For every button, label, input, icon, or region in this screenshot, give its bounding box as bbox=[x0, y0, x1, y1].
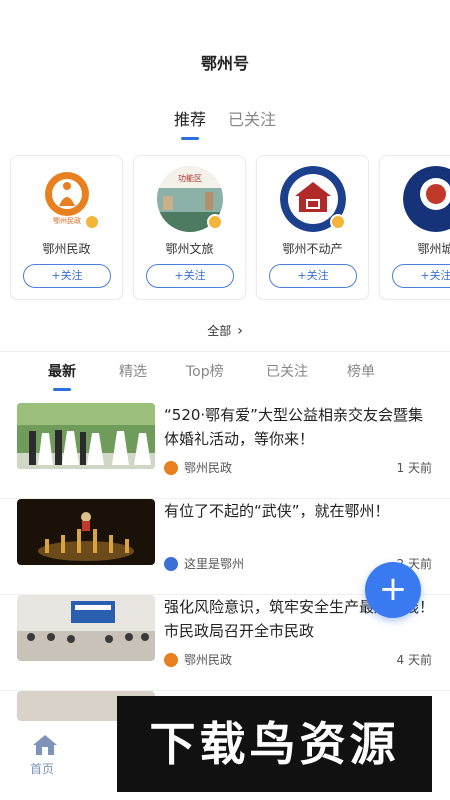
follow-button[interactable]: +关注 bbox=[23, 264, 111, 288]
verified-badge-icon bbox=[83, 214, 100, 230]
news-item[interactable]: “520·鄂有爱”大型公益相亲交友会暨集体婚礼活动，等你来！ 鄂州民政 1 天前 bbox=[0, 403, 450, 499]
tab-top[interactable]: Top榜 bbox=[186, 361, 224, 391]
page-title: 鄂州号 bbox=[200, 54, 249, 73]
account-name: 鄂州民政 bbox=[42, 242, 91, 256]
home-icon bbox=[33, 735, 57, 755]
account-card[interactable]: 功能区 鄂州文旅 +关注 bbox=[133, 155, 246, 300]
home-label: 首页 bbox=[30, 762, 55, 776]
news-source-name: 鄂州民政 bbox=[184, 461, 233, 475]
tab-followed[interactable]: 已关注 bbox=[228, 106, 276, 140]
account-card[interactable]: 鄂州城 +关注 bbox=[379, 155, 450, 300]
account-carousel[interactable]: 鄂州民政 鄂州民政 +关注 功能区 鄂州文旅 +关注 鄂州不动产 +关注 鄂州城… bbox=[10, 155, 450, 300]
news-thumbnail bbox=[17, 499, 155, 565]
follow-button[interactable]: +关注 bbox=[269, 264, 357, 288]
top-tabs: 推荐 已关注 bbox=[0, 106, 450, 140]
news-source: 鄂州民政 bbox=[164, 651, 232, 668]
news-time: 1 天前 bbox=[396, 461, 432, 475]
follow-button[interactable]: +关注 bbox=[146, 264, 234, 288]
follow-button[interactable]: +关注 bbox=[392, 264, 450, 288]
tab-ranking[interactable]: 榜单 bbox=[347, 361, 375, 391]
divider bbox=[0, 351, 450, 352]
news-source-name: 鄂州民政 bbox=[184, 653, 233, 667]
news-time: 4 天前 bbox=[396, 653, 432, 667]
svg-text:功能区: 功能区 bbox=[178, 173, 202, 183]
news-title: “520·鄂有爱”大型公益相亲交友会暨集体婚礼活动，等你来！ bbox=[164, 406, 423, 448]
tab-recommend[interactable]: 推荐 bbox=[174, 106, 206, 140]
news-title: 有位了不起的“武侠”，就在鄂州！ bbox=[164, 502, 390, 520]
tab-latest[interactable]: 最新 bbox=[48, 361, 76, 391]
svg-text:鄂州民政: 鄂州民政 bbox=[53, 216, 81, 225]
verified-badge-icon bbox=[329, 214, 346, 230]
bottom-nav-home[interactable]: 首页 bbox=[0, 722, 120, 800]
chevron-right-icon: › bbox=[237, 323, 243, 339]
news-thumbnail bbox=[17, 595, 155, 661]
view-all-label: 全部 bbox=[207, 324, 232, 338]
verified-badge-icon bbox=[206, 214, 223, 230]
source-avatar-icon bbox=[164, 652, 178, 667]
news-source: 鄂州民政 bbox=[164, 459, 232, 476]
news-thumbnail bbox=[17, 403, 155, 469]
tab-featured[interactable]: 精选 bbox=[119, 361, 147, 391]
city-logo bbox=[402, 166, 450, 232]
account-card[interactable]: 鄂州民政 鄂州民政 +关注 bbox=[10, 155, 123, 300]
view-all-link[interactable]: 全部 › bbox=[0, 322, 450, 339]
news-source: 这里是鄂州 bbox=[164, 555, 244, 572]
account-name: 鄂州文旅 bbox=[165, 242, 214, 256]
tab-followed-sub[interactable]: 已关注 bbox=[266, 361, 308, 391]
source-avatar-icon bbox=[164, 556, 178, 571]
source-avatar-icon bbox=[164, 460, 178, 475]
account-name: 鄂州不动产 bbox=[282, 242, 343, 256]
add-button[interactable]: + bbox=[365, 562, 421, 618]
account-name: 鄂州城 bbox=[417, 242, 450, 256]
news-source-name: 这里是鄂州 bbox=[184, 557, 245, 571]
watermark-banner: 下载鸟资源 bbox=[117, 696, 432, 792]
account-card[interactable]: 鄂州不动产 +关注 bbox=[256, 155, 369, 300]
